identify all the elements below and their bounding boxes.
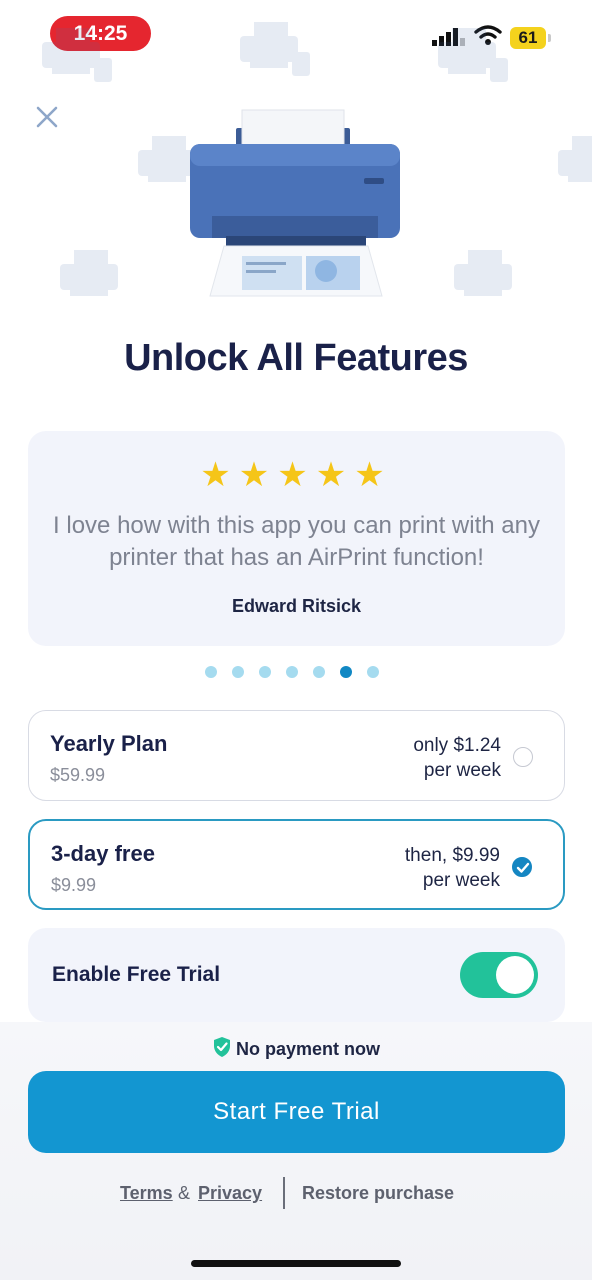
review-card[interactable]: ★★★★★ I love how with this app you can p…: [28, 431, 565, 646]
plan-weekly-line2: per week: [422, 870, 500, 891]
start-free-trial-button[interactable]: Start Free Trial: [28, 1071, 565, 1153]
free-trial-toggle-row: Enable Free Trial: [28, 928, 565, 1022]
rating-stars: ★★★★★: [200, 456, 393, 494]
background-printer-icon: [438, 28, 508, 82]
background-printer-icon: [558, 136, 592, 182]
close-icon[interactable]: [34, 104, 60, 130]
battery-icon: 61: [510, 27, 546, 49]
free-trial-label: Enable Free Trial: [52, 963, 221, 986]
toggle-knob: [496, 956, 534, 994]
plan-name: 3-day free: [51, 841, 155, 866]
carousel-dot[interactable]: [286, 666, 298, 678]
no-payment-notice: No payment now: [0, 1036, 592, 1060]
plan-3-day-free[interactable]: 3-day free $9.99 then, $9.99 per week: [28, 819, 565, 910]
background-printer-icon: [454, 250, 512, 296]
carousel-dot[interactable]: [205, 666, 217, 678]
plan-weekly-line1: then, $9.99: [404, 845, 500, 866]
plan-yearly[interactable]: Yearly Plan $59.99 only $1.24 per week: [28, 710, 565, 801]
plan-name: Yearly Plan: [50, 731, 168, 756]
restore-purchase-link[interactable]: Restore purchase: [302, 1183, 454, 1204]
carousel-dot[interactable]: [313, 666, 325, 678]
background-printer-icon: [42, 28, 112, 82]
ampersand: &: [178, 1183, 191, 1203]
home-indicator[interactable]: [191, 1260, 401, 1267]
background-printer-icon: [60, 250, 118, 296]
carousel-dot[interactable]: [259, 666, 271, 678]
plan-price: $59.99: [50, 765, 106, 785]
carousel-pagination[interactable]: [205, 666, 390, 678]
plan-weekly-line1: only $1.24: [413, 735, 501, 756]
checkmark-icon: [516, 862, 530, 873]
review-author: Edward Ritsick: [231, 596, 362, 616]
free-trial-toggle[interactable]: [460, 952, 538, 998]
plan-price: $9.99: [51, 875, 97, 895]
terms-link[interactable]: Terms: [120, 1183, 173, 1204]
review-text: I love how with this app you can print w…: [53, 512, 540, 571]
page-title: Unlock All Features: [124, 337, 468, 379]
footer-links: Terms & Privacy Restore purchase: [0, 1177, 592, 1209]
background-printer-icon: [240, 22, 310, 76]
carousel-dot-active[interactable]: [340, 666, 352, 678]
plan-weekly-price: only $1.24 per week: [413, 733, 501, 783]
printer-illustration: [190, 109, 400, 297]
footer-divider: [283, 1177, 285, 1209]
shield-check-icon: [213, 1037, 230, 1057]
no-payment-text: No payment now: [235, 1039, 380, 1059]
carousel-dot[interactable]: [367, 666, 379, 678]
battery-tip: [548, 34, 551, 42]
plan-weekly-price: then, $9.99 per week: [405, 843, 500, 893]
radio-selected[interactable]: [512, 857, 532, 877]
carousel-dot[interactable]: [232, 666, 244, 678]
plan-weekly-line2: per week: [423, 760, 501, 781]
radio-unselected[interactable]: [513, 747, 533, 767]
privacy-link[interactable]: Privacy: [198, 1183, 262, 1204]
